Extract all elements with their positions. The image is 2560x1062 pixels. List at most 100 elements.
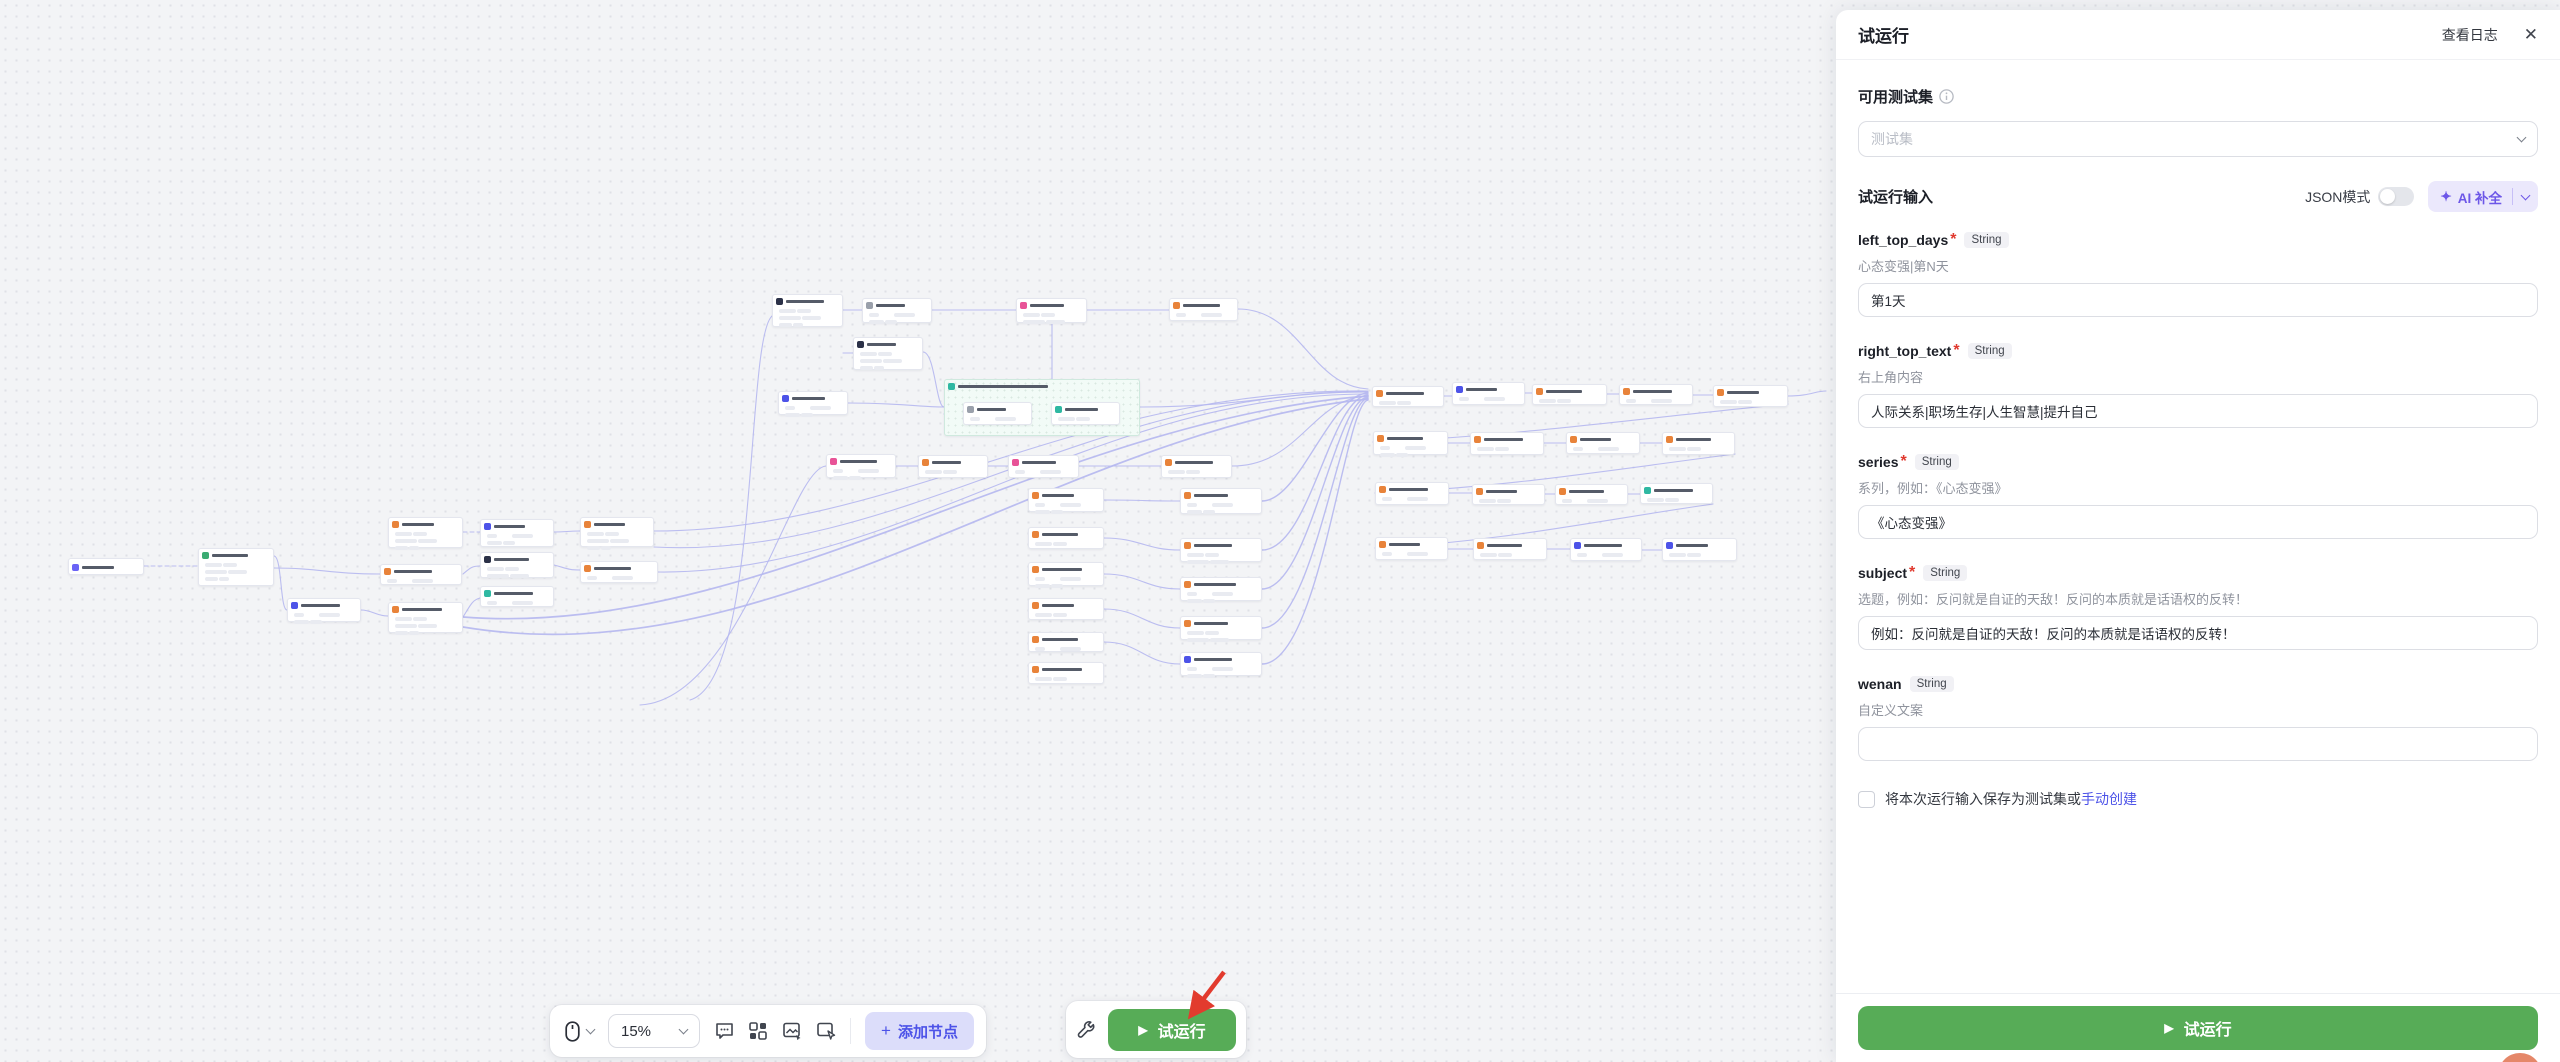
node-title-bar	[1030, 304, 1064, 307]
workflow-node[interactable]	[1713, 385, 1788, 407]
field-input[interactable]	[1858, 394, 2538, 428]
workflow-node[interactable]	[1640, 483, 1713, 504]
workflow-node[interactable]	[1662, 432, 1735, 455]
workflow-node[interactable]	[1051, 402, 1120, 425]
node-field-pill	[1041, 313, 1055, 317]
workflow-node[interactable]	[826, 454, 896, 478]
workflow-node[interactable]	[1180, 538, 1262, 562]
save-as-testset-checkbox[interactable]	[1858, 791, 1875, 808]
ai-complete-dropdown[interactable]	[2513, 195, 2538, 199]
node-title-bar	[494, 525, 525, 528]
node-field-pill	[310, 620, 322, 624]
workflow-node[interactable]	[1375, 537, 1448, 560]
wrench-icon[interactable]	[1076, 1020, 1096, 1040]
workflow-node[interactable]	[388, 602, 463, 633]
workflow-node[interactable]	[1452, 382, 1525, 405]
frame-select-icon[interactable]	[816, 1021, 836, 1041]
workflow-node[interactable]	[1180, 652, 1262, 676]
workflow-node[interactable]	[1028, 662, 1104, 684]
workflow-node[interactable]	[1472, 484, 1545, 505]
workflow-node[interactable]	[480, 586, 554, 607]
workflow-node[interactable]	[1180, 616, 1262, 640]
panel-title: 试运行	[1858, 22, 1909, 47]
workflow-node[interactable]	[862, 298, 932, 323]
workflow-node[interactable]	[1169, 298, 1238, 321]
image-export-icon[interactable]	[782, 1021, 802, 1041]
workflow-node[interactable]	[1473, 538, 1547, 560]
workflow-node[interactable]	[1028, 562, 1104, 586]
workflow-node[interactable]	[1566, 432, 1640, 454]
workflow-node[interactable]	[1662, 538, 1737, 561]
node-field-pill	[1035, 542, 1052, 546]
node-title-bar	[1466, 388, 1497, 391]
workflow-node[interactable]	[287, 598, 361, 622]
workflow-node[interactable]	[1180, 577, 1262, 601]
node-field-pill	[1669, 447, 1686, 451]
field-input[interactable]	[1858, 727, 2538, 761]
node-icon	[392, 521, 399, 528]
node-field-pill	[1379, 401, 1396, 405]
node-field-pill	[601, 546, 611, 550]
workflow-node[interactable]	[580, 517, 654, 547]
workflow-node[interactable]	[1555, 484, 1628, 505]
workflow-node[interactable]	[388, 517, 463, 548]
workflow-node[interactable]	[1008, 455, 1079, 478]
workflow-node[interactable]	[480, 552, 554, 578]
add-node-button[interactable]: + 添加节点	[865, 1012, 974, 1050]
workflow-node[interactable]	[853, 337, 923, 370]
test-run-button[interactable]: ▶ 试运行	[1108, 1009, 1236, 1051]
close-icon[interactable]: ✕	[2524, 26, 2538, 43]
node-field-pill	[1023, 313, 1040, 317]
node-title-bar	[494, 558, 529, 561]
pointer-tool-button[interactable]	[562, 1021, 594, 1041]
node-field-pill	[1187, 592, 1197, 596]
workflow-node[interactable]	[1373, 431, 1448, 455]
workflow-node[interactable]	[68, 558, 144, 575]
ai-complete-button[interactable]: ✦ AI 补全	[2428, 181, 2538, 212]
workflow-node[interactable]	[1028, 527, 1104, 549]
workflow-node[interactable]	[1372, 386, 1444, 407]
field-input[interactable]	[1858, 283, 2538, 317]
node-title-bar	[1389, 488, 1428, 491]
manual-create-link[interactable]: 手动创建	[2081, 789, 2137, 809]
workflow-node[interactable]	[198, 548, 274, 586]
run-toolbar: ▶ 试运行	[1066, 1001, 1246, 1058]
workflow-node[interactable]	[1532, 384, 1607, 405]
workflow-node[interactable]	[480, 519, 554, 547]
required-asterisk: *	[1900, 453, 1906, 471]
node-field-pill	[849, 476, 861, 480]
workflow-node[interactable]	[380, 564, 462, 585]
auto-layout-icon[interactable]	[748, 1021, 768, 1041]
node-field-pill	[1626, 399, 1636, 403]
workflow-node[interactable]	[1570, 538, 1642, 561]
workflow-node[interactable]	[1161, 455, 1232, 478]
node-title-bar	[82, 566, 114, 569]
view-logs-button[interactable]: 查看日志	[2442, 25, 2498, 45]
node-field-pill	[1046, 320, 1065, 324]
field-input[interactable]	[1858, 616, 2538, 650]
comment-button[interactable]	[714, 1021, 734, 1041]
workflow-node[interactable]	[1375, 482, 1449, 505]
workflow-node[interactable]	[1028, 632, 1104, 652]
workflow-node[interactable]	[778, 391, 848, 415]
json-mode-toggle[interactable]	[2378, 187, 2414, 206]
workflow-node[interactable]	[918, 455, 988, 478]
workflow-node[interactable]	[1180, 488, 1262, 514]
node-icon	[1032, 602, 1039, 609]
workflow-node[interactable]	[580, 561, 658, 583]
workflow-node[interactable]	[1470, 432, 1544, 455]
workflow-node[interactable]	[1619, 384, 1693, 405]
node-field-pill	[1203, 674, 1215, 678]
zoom-level-select[interactable]: 15%	[608, 1014, 700, 1048]
workflow-node[interactable]	[963, 402, 1032, 425]
workflow-node[interactable]	[772, 294, 843, 327]
field-input[interactable]	[1858, 505, 2538, 539]
workflow-node[interactable]	[1016, 298, 1087, 323]
field-type-badge: String	[1910, 676, 1954, 692]
workflow-node[interactable]	[1028, 488, 1104, 512]
node-icon	[1474, 436, 1481, 443]
testset-select[interactable]: 测试集	[1858, 121, 2538, 157]
panel-test-run-button[interactable]: ▶ 试运行	[1858, 1006, 2538, 1050]
node-field-pill	[487, 541, 502, 545]
workflow-node[interactable]	[1028, 598, 1104, 620]
